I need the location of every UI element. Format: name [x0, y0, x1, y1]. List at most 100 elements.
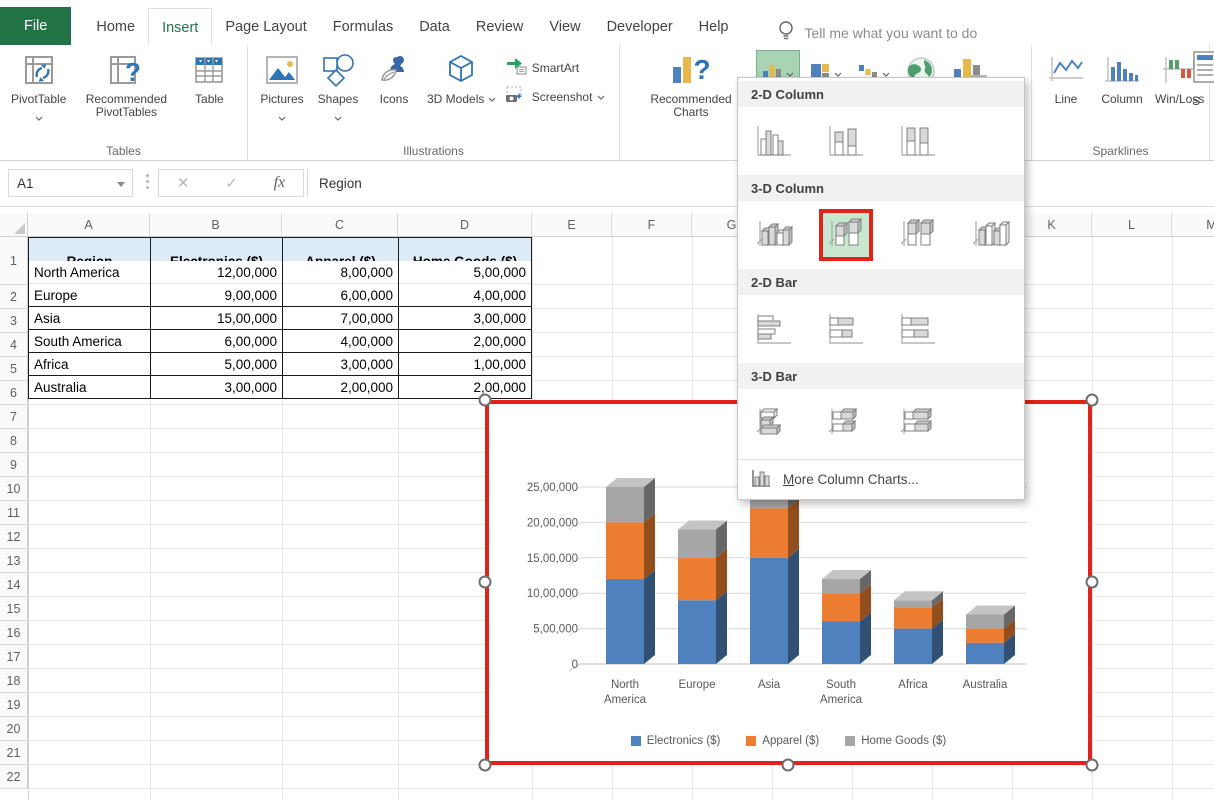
100-stacked-bar-item[interactable] [891, 303, 945, 355]
table-cell[interactable]: 3,00,000 [151, 376, 282, 398]
row-header-22[interactable]: 22 [0, 765, 28, 789]
tab-insert[interactable]: Insert [148, 8, 212, 46]
tell-me-box[interactable]: Tell me what you want to do [777, 20, 977, 45]
row-header-20[interactable]: 20 [0, 717, 28, 741]
table-cell[interactable]: South America [29, 330, 150, 352]
3d-clustered-column-item[interactable] [747, 209, 801, 261]
selection-handle[interactable] [479, 576, 492, 589]
3d-clustered-bar-item[interactable] [747, 397, 801, 449]
selection-handle[interactable] [1086, 759, 1099, 772]
row-header-1[interactable]: 1 [0, 237, 28, 285]
table-cell[interactable]: Europe [29, 284, 150, 306]
table-cell[interactable]: 3,00,000 [283, 353, 398, 375]
table-cell[interactable]: 6,00,000 [283, 284, 398, 306]
column-header-F[interactable]: F [612, 213, 692, 236]
name-box[interactable]: A1 [8, 169, 133, 197]
table-cell[interactable]: 2,00,000 [283, 376, 398, 398]
tab-file[interactable]: File [0, 7, 71, 45]
tab-data[interactable]: Data [406, 9, 463, 45]
selection-handle[interactable] [782, 759, 795, 772]
3d-stacked-column-item[interactable] [819, 209, 873, 261]
row-header-14[interactable]: 14 [0, 573, 28, 597]
pictures-button[interactable]: Pictures [254, 45, 310, 127]
table-cell[interactable]: Africa [29, 353, 150, 375]
column-header-C[interactable]: C [282, 213, 398, 236]
icons-button[interactable]: Icons [366, 45, 422, 106]
clustered-column-item[interactable] [747, 115, 801, 167]
column-header-B[interactable]: B [150, 213, 282, 236]
selection-handle[interactable] [1086, 394, 1099, 407]
row-header-9[interactable]: 9 [0, 453, 28, 477]
chevron-down-icon[interactable] [278, 109, 286, 127]
table-cell[interactable]: 3,00,000 [399, 307, 531, 329]
row-header-18[interactable]: 18 [0, 669, 28, 693]
table-cell[interactable]: 1,00,000 [399, 353, 531, 375]
row-header-6[interactable]: 6 [0, 381, 28, 405]
row-header-3[interactable]: 3 [0, 309, 28, 333]
table-cell[interactable]: 4,00,000 [399, 284, 531, 306]
column-headers[interactable]: ABCDEFGHIJKLM [0, 213, 1214, 237]
row-header-13[interactable]: 13 [0, 549, 28, 573]
table-cell[interactable]: 4,00,000 [283, 330, 398, 352]
slicer-button-partial[interactable]: S [1192, 50, 1214, 108]
insert-function-icon[interactable]: fx [274, 174, 286, 192]
row-header-17[interactable]: 17 [0, 645, 28, 669]
row-header-8[interactable]: 8 [0, 429, 28, 453]
more-column-charts-item[interactable]: More Column Charts... [738, 459, 1024, 499]
selection-handle[interactable] [479, 759, 492, 772]
row-header-12[interactable]: 12 [0, 525, 28, 549]
tab-view[interactable]: View [536, 9, 593, 45]
3d-models-button[interactable]: 3D Models [422, 45, 501, 106]
table-cell[interactable]: 2,00,000 [399, 376, 531, 398]
chevron-down-icon[interactable] [597, 90, 605, 104]
line-button[interactable]: Line [1038, 45, 1094, 106]
stacked-bar-item[interactable] [819, 303, 873, 355]
row-header-21[interactable]: 21 [0, 741, 28, 765]
table-cell[interactable]: Australia [29, 376, 150, 398]
table-cell[interactable]: 9,00,000 [151, 284, 282, 306]
column-header-D[interactable]: D [398, 213, 532, 236]
3d-column-item[interactable] [963, 209, 1017, 261]
recommended-charts-button[interactable]: ?Recommended Charts [636, 45, 746, 119]
cancel-icon[interactable]: ✕ [177, 174, 190, 192]
column-header-M[interactable]: M [1172, 213, 1214, 236]
3d-stacked-bar-item[interactable] [819, 397, 873, 449]
tab-home[interactable]: Home [83, 9, 148, 45]
3d-100-stacked-column-item[interactable] [891, 209, 945, 261]
tab-help[interactable]: Help [686, 9, 742, 45]
column-header-E[interactable]: E [532, 213, 612, 236]
table-cell[interactable]: North America [29, 261, 150, 283]
chevron-down-icon[interactable] [35, 109, 43, 127]
select-all-corner[interactable] [0, 213, 28, 236]
data-table[interactable]: RegionElectronics ($)Apparel ($)Home Goo… [28, 237, 532, 399]
3d-100-stacked-bar-item[interactable] [891, 397, 945, 449]
table-cell[interactable]: 15,00,000 [151, 307, 282, 329]
chevron-down-icon[interactable] [334, 109, 342, 127]
tab-page-layout[interactable]: Page Layout [212, 9, 319, 45]
tab-formulas[interactable]: Formulas [320, 9, 406, 45]
column-header-L[interactable]: L [1092, 213, 1172, 236]
column-button[interactable]: Column [1094, 45, 1150, 106]
table-cell[interactable]: 12,00,000 [151, 261, 282, 283]
row-header-15[interactable]: 15 [0, 597, 28, 621]
recommended-pivottables-button[interactable]: ?Recommended PivotTables [71, 45, 181, 119]
shapes-button[interactable]: Shapes [310, 45, 366, 127]
tab-review[interactable]: Review [463, 9, 537, 45]
screenshot-button[interactable]: Screenshot [505, 86, 606, 107]
smartart-button[interactable]: SmartArt [505, 57, 606, 78]
tab-developer[interactable]: Developer [594, 9, 686, 45]
chevron-down-icon[interactable] [117, 182, 125, 187]
row-header-2[interactable]: 2 [0, 285, 28, 309]
table-cell[interactable]: 6,00,000 [151, 330, 282, 352]
selection-handle[interactable] [1086, 576, 1099, 589]
table-cell[interactable]: 5,00,000 [151, 353, 282, 375]
row-header-10[interactable]: 10 [0, 477, 28, 501]
row-header-4[interactable]: 4 [0, 333, 28, 357]
table-cell[interactable]: 5,00,000 [399, 261, 531, 283]
table-cell[interactable]: Asia [29, 307, 150, 329]
selection-handle[interactable] [479, 394, 492, 407]
row-header-16[interactable]: 16 [0, 621, 28, 645]
table-cell[interactable]: 7,00,000 [283, 307, 398, 329]
table-cell[interactable]: 8,00,000 [283, 261, 398, 283]
table-button[interactable]: Table [181, 45, 237, 106]
